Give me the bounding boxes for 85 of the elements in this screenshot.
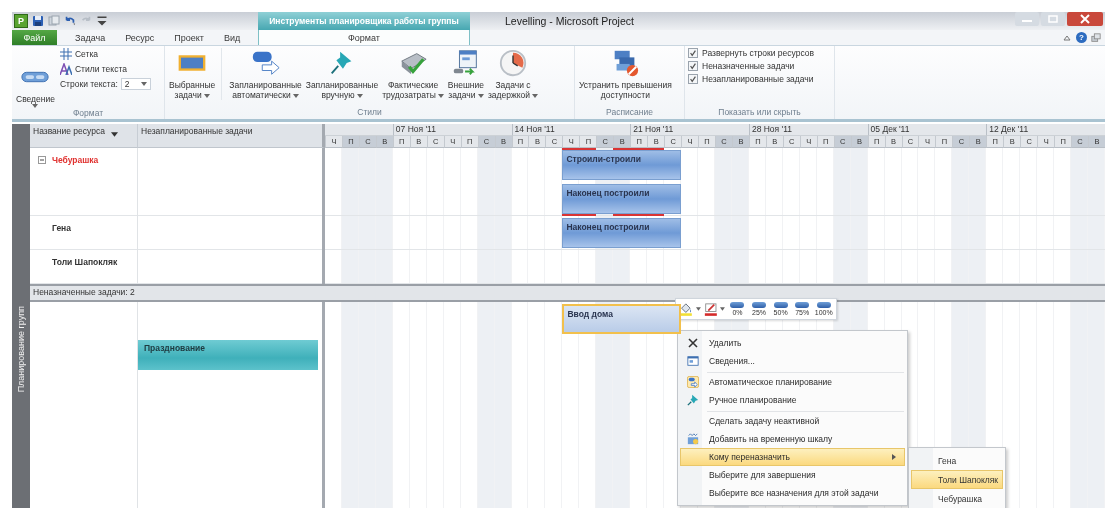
- ribbon-tab[interactable]: Ресурс: [115, 30, 165, 45]
- caret-icon: [292, 93, 299, 98]
- menu-item[interactable]: Кому переназначить: [680, 448, 905, 466]
- ribbon-tab[interactable]: Вид: [213, 30, 251, 45]
- menu-item[interactable]: Выберите для завершения: [680, 466, 905, 484]
- resource-name: Толи Шапокляк: [52, 257, 118, 267]
- caret-icon: [477, 93, 484, 98]
- caret-icon: [32, 104, 39, 108]
- caret-icon[interactable]: [720, 307, 726, 311]
- checkbox[interactable]: [688, 48, 698, 58]
- resource-name: Чебурашка: [52, 155, 99, 165]
- group-label: Показать или скрыть: [717, 107, 802, 119]
- undo-icon[interactable]: [64, 15, 76, 27]
- fill-color-icon[interactable]: [679, 302, 693, 316]
- column-header[interactable]: Незапланированные задачи: [138, 124, 325, 148]
- group-label: Формат: [71, 108, 105, 119]
- overallocation-line: [613, 148, 665, 150]
- window-title: Levelling - Microsoft Project: [505, 15, 634, 27]
- menu-item[interactable]: Сведения...: [680, 352, 905, 370]
- checkbox[interactable]: [688, 61, 698, 71]
- caret-icon: [437, 93, 444, 98]
- menu-item[interactable]: Выберите все назначения для этой задачи: [680, 484, 905, 502]
- windows-icon[interactable]: [1091, 32, 1101, 43]
- menu-item[interactable]: Удалить: [680, 334, 905, 352]
- ribbon-checkbox[interactable]: Неназначенные задачи: [688, 61, 795, 71]
- text-rows-dropdown[interactable]: 2: [120, 78, 151, 90]
- timeline-icon: [687, 433, 699, 445]
- close-button[interactable]: [1067, 12, 1103, 26]
- style-button[interactable]: Задачи с задержкой: [486, 48, 539, 100]
- ribbon-checkbox[interactable]: Развернуть строки ресурсов: [688, 48, 815, 58]
- task-bar[interactable]: Ввод дома: [562, 304, 682, 334]
- gridlines-button[interactable]: Сетка: [59, 48, 151, 60]
- overallocation-line: [562, 214, 597, 216]
- task-bar[interactable]: Строили-строили: [562, 150, 682, 180]
- text-styles-button[interactable]: Стили текста: [59, 63, 151, 75]
- caret-icon: [356, 93, 363, 98]
- task-bar[interactable]: Наконец построили: [562, 218, 682, 248]
- group-label: Стили: [356, 107, 383, 119]
- ribbon-tab[interactable]: Файл: [12, 30, 57, 45]
- contextual-tab-group: Инструменты планировщика работы группы: [258, 12, 470, 30]
- help-icon[interactable]: ?: [1076, 32, 1087, 43]
- text-style-icon: [59, 63, 72, 75]
- collapse-toggle[interactable]: [38, 156, 46, 164]
- style-button[interactable]: Запланированные вручную: [304, 48, 380, 100]
- menu-item[interactable]: Добавить на временную шкалу: [680, 430, 905, 448]
- submenu-arrow-icon: [892, 454, 896, 460]
- ribbon-checkbox[interactable]: Незапланированные задачи: [688, 74, 814, 84]
- menu-item[interactable]: Гена: [911, 451, 1003, 470]
- unassigned-tasks-header: Неназначенные задачи: 2: [30, 284, 1105, 302]
- pin-icon: [687, 394, 699, 406]
- column-header[interactable]: Название ресурса: [30, 124, 138, 148]
- style-button[interactable]: Запланированные автоматически: [228, 48, 303, 100]
- group-label: Расписание: [605, 107, 654, 119]
- caret-icon: [203, 93, 210, 98]
- menu-item[interactable]: Толи Шапокляк: [911, 470, 1003, 489]
- ribbon-tab[interactable]: Задача: [65, 30, 116, 45]
- task-bar[interactable]: Наконец построили: [562, 184, 682, 214]
- text-rows-label: Строки текста:: [59, 79, 118, 89]
- checkbox[interactable]: [688, 74, 698, 84]
- menu-item[interactable]: Чебурашка: [911, 489, 1003, 508]
- caret-icon: [531, 93, 538, 98]
- unscheduled-task-bar[interactable]: Празднование: [138, 340, 318, 370]
- info-card-icon: [687, 355, 699, 367]
- pen-color-icon[interactable]: [703, 302, 718, 316]
- caret-icon: [140, 82, 147, 86]
- overallocation-line: [562, 148, 597, 150]
- caret-icon[interactable]: [110, 132, 118, 137]
- customize-caret-icon[interactable]: [96, 15, 108, 27]
- style-button[interactable]: Фактические трудозатраты: [381, 48, 445, 100]
- save-icon[interactable]: [32, 15, 44, 27]
- overallocation-line: [613, 214, 665, 216]
- close-icon: [687, 337, 699, 349]
- ribbon-tab[interactable]: Формат: [258, 30, 470, 45]
- caret-icon[interactable]: [695, 307, 701, 311]
- view-label: Планирование групп: [16, 306, 26, 393]
- ribbon-tab[interactable]: Проект: [164, 30, 214, 45]
- level-resources-button[interactable]: Устранить превышения доступности: [578, 48, 673, 100]
- clock-icon: [497, 48, 528, 78]
- style-button[interactable]: Внешние задачи: [446, 48, 485, 100]
- resource-name: Гена: [52, 223, 71, 233]
- grid-icon: [59, 48, 72, 60]
- auto-schedule-icon: [687, 376, 699, 388]
- style-button[interactable]: Выбранные задачи: [168, 48, 223, 100]
- summary-button[interactable]: Сведение: [15, 62, 56, 108]
- menu-item[interactable]: Ручное планирование: [680, 391, 905, 409]
